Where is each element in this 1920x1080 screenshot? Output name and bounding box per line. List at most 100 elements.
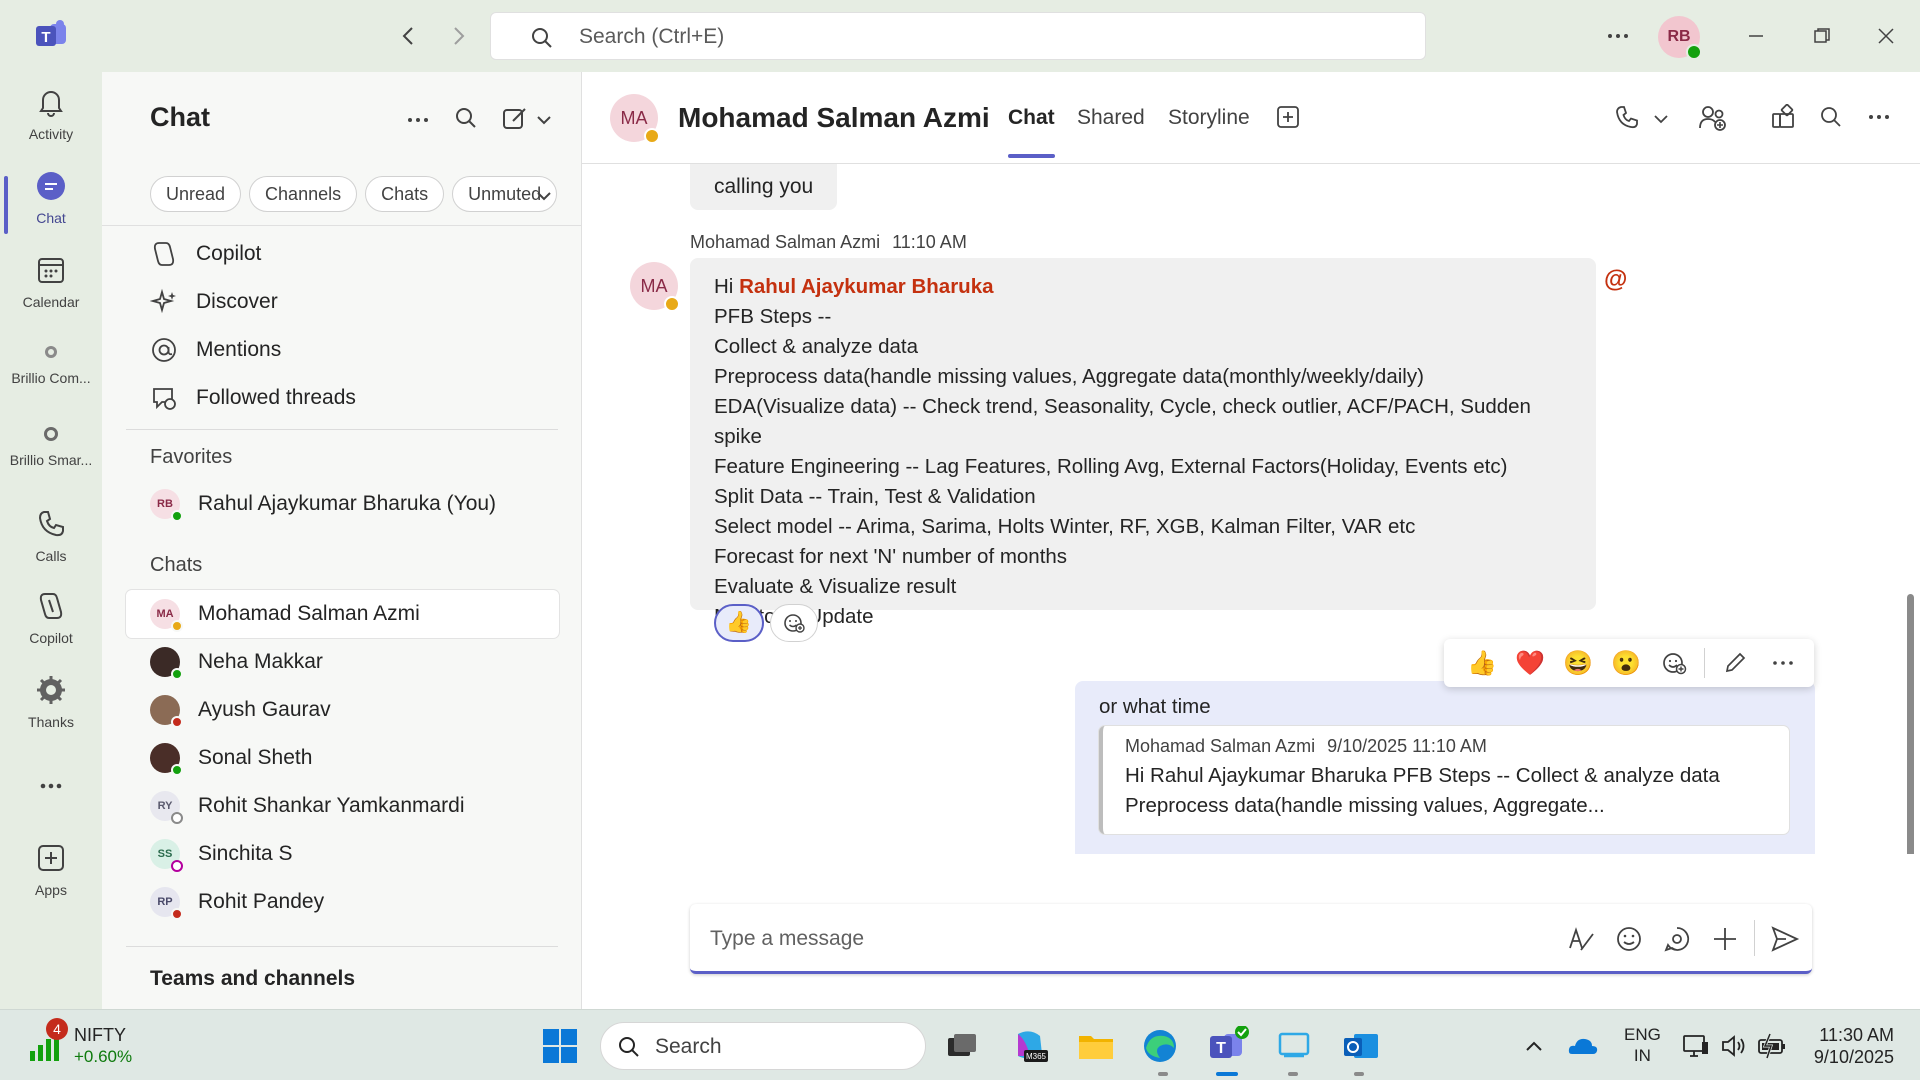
add-tab-icon[interactable]: [1275, 104, 1301, 130]
network-icon[interactable]: [1680, 1030, 1720, 1070]
rail-activity[interactable]: Activity: [0, 86, 102, 142]
nav-discover[interactable]: Discover: [150, 288, 278, 316]
react-laugh-button[interactable]: 😆: [1554, 639, 1602, 687]
favorite-item[interactable]: RB Rahul Ajaykumar Bharuka (You): [126, 480, 559, 528]
compose-box[interactable]: [690, 904, 1812, 974]
rail-chat[interactable]: Chat: [0, 170, 102, 234]
rail-brillio-com[interactable]: Brillio Com...: [0, 342, 102, 386]
apps-grid-icon[interactable]: [1770, 104, 1796, 130]
chevron-down-icon[interactable]: [1652, 110, 1670, 128]
mention[interactable]: Rahul Ajaykumar Bharuka: [739, 275, 993, 298]
minimize-icon[interactable]: [1742, 22, 1770, 50]
nav-mentions[interactable]: Mentions: [150, 336, 281, 364]
chat-item[interactable]: RY Rohit Shankar Yamkanmardi: [126, 782, 559, 830]
chevron-down-icon[interactable]: [534, 186, 554, 206]
format-icon[interactable]: [1566, 924, 1596, 954]
emoji-icon[interactable]: [1614, 924, 1644, 954]
teams-channels-heading[interactable]: Teams and channels: [150, 967, 355, 991]
search-icon[interactable]: [1818, 104, 1844, 130]
search-icon[interactable]: [452, 104, 480, 132]
teams-app-icon[interactable]: T: [1206, 1026, 1249, 1066]
windows-start-icon[interactable]: [540, 1026, 580, 1066]
global-search[interactable]: [490, 12, 1426, 60]
send-icon[interactable]: [1770, 924, 1800, 954]
restore-icon[interactable]: [1808, 22, 1836, 50]
avatar: RP: [150, 887, 183, 920]
rail-copilot[interactable]: Copilot: [0, 590, 102, 646]
new-chat-icon[interactable]: [500, 104, 530, 134]
chat-title: Mohamad Salman Azmi: [678, 102, 990, 133]
edge-browser-icon[interactable]: [1140, 1026, 1180, 1066]
chat-item[interactable]: Ayush Gaurav: [126, 686, 559, 734]
chevron-up-icon[interactable]: [1518, 1030, 1558, 1070]
battery-icon[interactable]: [1756, 1030, 1796, 1070]
add-icon[interactable]: [1710, 924, 1740, 954]
message-bubble[interactable]: Hi Rahul Ajaykumar Bharuka PFB Steps -- …: [690, 258, 1596, 628]
more-options-icon[interactable]: [1759, 639, 1807, 687]
more-options-icon[interactable]: [1604, 22, 1632, 50]
forward-arrow-icon[interactable]: [444, 22, 472, 50]
tab-shared[interactable]: Shared: [1077, 106, 1145, 130]
onedrive-icon[interactable]: [1566, 1030, 1606, 1070]
global-search-input[interactable]: [579, 23, 1279, 51]
volume-icon[interactable]: [1718, 1030, 1758, 1070]
taskbar-search[interactable]: Search: [600, 1022, 926, 1070]
react-heart-button[interactable]: ❤️: [1506, 639, 1554, 687]
chat-item-active[interactable]: MA Mohamad Salman Azmi: [126, 590, 559, 638]
filter-chats[interactable]: Chats: [365, 176, 445, 212]
message-bubble[interactable]: calling you: [690, 164, 838, 210]
filter-unread[interactable]: Unread: [150, 176, 242, 212]
chat-item[interactable]: RP Rohit Pandey: [126, 878, 559, 926]
m365-icon[interactable]: M365: [1010, 1026, 1050, 1066]
back-arrow-icon[interactable]: [395, 22, 423, 50]
loop-icon[interactable]: [1662, 924, 1692, 954]
language-indicator[interactable]: ENG IN: [1624, 1024, 1661, 1066]
teams-logo[interactable]: T: [34, 20, 68, 50]
chats-heading: Chats: [150, 554, 203, 576]
chat-item[interactable]: Neha Makkar: [126, 638, 559, 686]
outlook-icon[interactable]: [1340, 1026, 1380, 1066]
rail-calls[interactable]: Calls: [0, 508, 102, 564]
rail-more[interactable]: [0, 770, 102, 810]
message-input[interactable]: [710, 924, 1310, 954]
scrollbar[interactable]: [1907, 594, 1914, 854]
tab-storyline[interactable]: Storyline: [1168, 106, 1250, 130]
message-line: EDA(Visualize data) -- Check trend, Seas…: [714, 395, 1531, 448]
nav-copilot[interactable]: Copilot: [150, 240, 261, 268]
chat-item[interactable]: Sonal Sheth: [126, 734, 559, 782]
more-reactions-icon[interactable]: [1650, 639, 1698, 687]
nav-followed-threads[interactable]: Followed threads: [150, 384, 356, 412]
rail-apps[interactable]: Apps: [0, 842, 102, 898]
quoted-message[interactable]: Mohamad Salman Azmi 9/10/2025 11:10 AM Hi…: [1099, 726, 1789, 834]
task-view-icon[interactable]: [942, 1026, 982, 1066]
react-surprised-button[interactable]: 😮: [1602, 639, 1650, 687]
contact-name: Rohit Shankar Yamkanmardi: [198, 794, 465, 817]
avatar[interactable]: MA: [610, 94, 660, 144]
call-icon[interactable]: [1614, 104, 1640, 130]
rail-brillio-smart[interactable]: Brillio Smar...: [0, 424, 102, 468]
profile-avatar[interactable]: RB: [1658, 16, 1702, 60]
rail-label: Calls: [35, 548, 67, 564]
edit-icon[interactable]: [1711, 639, 1759, 687]
stock-widget[interactable]: NIFTY +0.60%: [26, 1024, 132, 1068]
avatar[interactable]: MA: [630, 262, 680, 312]
remote-desktop-icon[interactable]: [1274, 1026, 1314, 1066]
svg-text:T: T: [1216, 1040, 1226, 1057]
add-reaction-icon[interactable]: [770, 604, 818, 642]
system-clock[interactable]: 11:30 AM 9/10/2025: [1804, 1024, 1894, 1068]
rail-calendar[interactable]: Calendar: [0, 254, 102, 310]
file-explorer-icon[interactable]: [1076, 1026, 1116, 1066]
calendar-icon: [35, 254, 67, 286]
reaction-like[interactable]: 👍: [714, 604, 764, 642]
chat-item[interactable]: SS Sinchita S: [126, 830, 559, 878]
more-options-icon[interactable]: [404, 106, 432, 134]
chevron-down-icon[interactable]: [534, 110, 554, 130]
close-icon[interactable]: [1872, 22, 1900, 50]
rail-thanks[interactable]: Thanks: [0, 674, 102, 730]
more-options-icon[interactable]: [1866, 104, 1892, 130]
my-message-bubble[interactable]: or what time Mohamad Salman Azmi 9/10/202…: [1075, 681, 1815, 854]
add-people-icon[interactable]: [1698, 104, 1728, 132]
tab-chat[interactable]: Chat: [1008, 106, 1055, 158]
react-like-button[interactable]: 👍: [1458, 639, 1506, 687]
filter-channels[interactable]: Channels: [249, 176, 358, 212]
